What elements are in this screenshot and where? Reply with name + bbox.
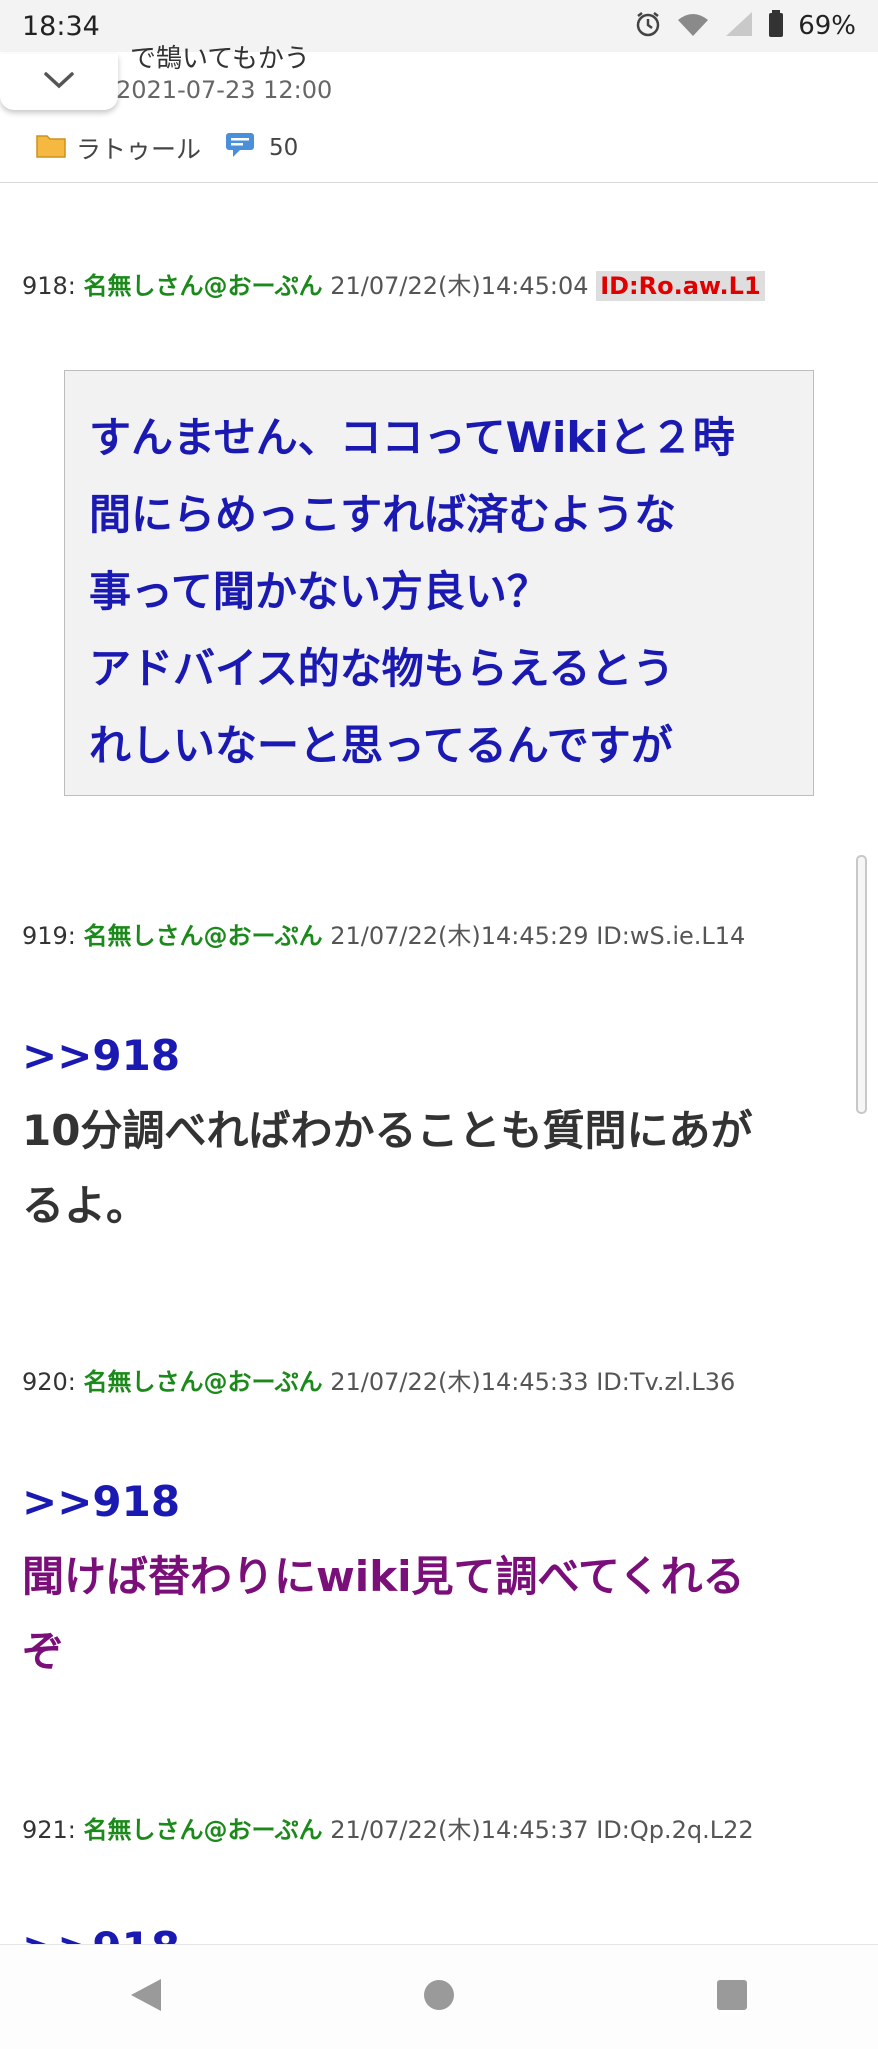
- poster-id[interactable]: ID:wS.ie.L14: [596, 922, 745, 950]
- back-button[interactable]: [106, 1957, 186, 2037]
- poster-name: 名無しさん@おーぷん: [83, 1368, 323, 1396]
- post-number[interactable]: 921:: [22, 1816, 76, 1844]
- comment-icon: [225, 131, 255, 165]
- battery-icon: [768, 10, 784, 42]
- thread-meta: ラトゥール 50: [36, 130, 298, 166]
- alarm-icon: [634, 10, 662, 42]
- category-label[interactable]: ラトゥール: [76, 130, 201, 166]
- thread-date: 2021-07-23 12:00: [116, 76, 333, 104]
- collapse-button[interactable]: [0, 54, 118, 110]
- poster-name: 名無しさん@おーぷん: [83, 922, 323, 950]
- thread-title: で鵠いてもかう: [130, 44, 310, 74]
- chevron-down-icon: [41, 69, 77, 95]
- post-datetime: 21/07/22(木)14:45:37: [330, 1816, 589, 1844]
- back-icon: [129, 1977, 163, 2017]
- post-datetime: 21/07/22(木)14:45:29: [330, 922, 589, 950]
- comment-count: 50: [269, 135, 299, 161]
- home-button[interactable]: [399, 1957, 479, 2037]
- home-icon: [423, 1979, 455, 2015]
- recents-icon: [716, 1979, 748, 2015]
- post-datetime: 21/07/22(木)14:45:04: [330, 272, 589, 300]
- recents-button[interactable]: [692, 1957, 772, 2037]
- reply-anchor-link[interactable]: >>918: [22, 1018, 852, 1093]
- post-body-919: >>918 10分調べればわかることも質問にあが るよ。: [22, 1018, 852, 1243]
- signal-icon: [724, 10, 754, 42]
- post-line: るよ。: [22, 1181, 149, 1230]
- poster-id[interactable]: ID:Qp.2q.L22: [596, 1816, 753, 1844]
- wifi-icon: [676, 10, 710, 42]
- post-header-919: 919: 名無しさん@おーぷん 21/07/22(木)14:45:29 ID:w…: [22, 916, 745, 951]
- post-line: 聞けば替わりにwiki見て調べてくれる: [22, 1552, 745, 1601]
- post-number[interactable]: 920:: [22, 1368, 76, 1396]
- post-line: すんません、ココってWikiと２時: [89, 413, 735, 462]
- poster-name: 名無しさん@おーぷん: [83, 1816, 323, 1844]
- post-body-920: >>918 聞けば替わりにwiki見て調べてくれる ぞ: [22, 1464, 852, 1689]
- system-nav-bar: [0, 1944, 878, 2049]
- post-line: ぞ: [22, 1627, 65, 1676]
- post-header-918: 918: 名無しさん@おーぷん 21/07/22(木)14:45:04 ID:R…: [22, 266, 765, 301]
- poster-id[interactable]: ID:Ro.aw.L1: [596, 271, 765, 301]
- post-header-921: 921: 名無しさん@おーぷん 21/07/22(木)14:45:37 ID:Q…: [22, 1810, 754, 1845]
- post-number[interactable]: 919:: [22, 922, 76, 950]
- folder-icon: [36, 132, 66, 164]
- status-icons: 69%: [634, 10, 856, 42]
- thread-header: で鵠いてもかう 2021-07-23 12:00 ラトゥール 50: [0, 44, 878, 183]
- poster-name: 名無しさん@おーぷん: [83, 272, 323, 300]
- post-line: れしいなーと思ってるんですが: [89, 721, 673, 770]
- status-time: 18:34: [22, 10, 100, 42]
- post-number[interactable]: 918:: [22, 272, 76, 300]
- reply-anchor-link[interactable]: >>918: [22, 1464, 852, 1539]
- post-datetime: 21/07/22(木)14:45:33: [330, 1368, 589, 1396]
- post-line: 事って聞かない方良い？: [89, 567, 549, 616]
- post-line: 間にらめっこすれば済むような: [89, 490, 677, 539]
- post-header-920: 920: 名無しさん@おーぷん 21/07/22(木)14:45:33 ID:T…: [22, 1362, 735, 1397]
- post-body-918: すんません、ココってWikiと２時 間にらめっこすれば済むような 事って聞かない…: [64, 370, 814, 796]
- poster-id[interactable]: ID:Tv.zl.L36: [596, 1368, 735, 1396]
- post-line: 10分調べればわかることも質問にあが: [22, 1106, 753, 1155]
- battery-percent: 69%: [798, 11, 856, 41]
- scrollbar-thumb[interactable]: [856, 855, 867, 1114]
- post-line: アドバイス的な物もらえるとう: [89, 644, 675, 693]
